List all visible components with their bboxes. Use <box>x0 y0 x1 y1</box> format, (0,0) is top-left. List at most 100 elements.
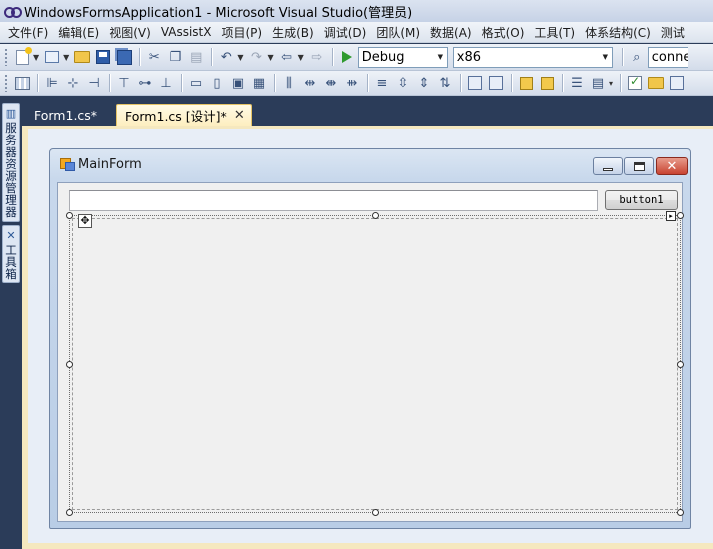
find-in-files-button[interactable]: ⌕ <box>627 47 647 67</box>
maximize-button[interactable] <box>624 157 654 175</box>
form-caption-bar[interactable]: MainForm ✕ <box>50 149 690 179</box>
main-form-window[interactable]: MainForm ✕ button1 ✥ ▸ <box>49 148 691 529</box>
close-button[interactable]: ✕ <box>656 157 688 175</box>
button1[interactable]: button1 <box>605 190 678 210</box>
copy-button[interactable]: ❐ <box>165 47 185 67</box>
add-item-dropdown-icon[interactable]: ▼ <box>63 53 69 62</box>
menu-test[interactable]: 测试 <box>657 24 689 41</box>
align-bottoms-button[interactable]: ⊥ <box>156 73 176 93</box>
vertical-spacing-equal-button[interactable]: ≡ <box>372 73 392 93</box>
undo-dropdown-icon[interactable]: ▼ <box>237 53 243 62</box>
check-button[interactable] <box>625 73 645 93</box>
vertical-spacing-decrease-button[interactable]: ⇕ <box>414 73 434 93</box>
find-combo[interactable]: conne <box>647 46 688 68</box>
tab-form1-design[interactable]: Form1.cs [设计]* ✕ <box>116 104 252 126</box>
chevron-down-icon[interactable]: ▼ <box>599 48 612 67</box>
menu-file[interactable]: 文件(F) <box>4 24 52 41</box>
resize-handle-left[interactable] <box>66 361 73 368</box>
make-same-size-button[interactable]: ▣ <box>228 73 248 93</box>
new-project-button[interactable] <box>12 46 32 67</box>
resize-handle-top-right[interactable] <box>677 212 684 219</box>
selected-panel[interactable]: ✥ ▸ <box>66 211 684 516</box>
make-same-width-button[interactable]: ▭ <box>186 73 206 93</box>
align-rights-button[interactable]: ⊣ <box>84 73 104 93</box>
save-all-button[interactable] <box>114 47 134 67</box>
textbox1[interactable] <box>69 190 598 211</box>
navigate-backward-dropdown-icon[interactable]: ▼ <box>298 53 304 62</box>
center-vertically-button[interactable] <box>486 73 506 93</box>
minimize-button[interactable] <box>593 157 623 175</box>
size-to-grid-button[interactable]: ▦ <box>249 73 269 93</box>
menu-edit[interactable]: 编辑(E) <box>54 24 103 41</box>
navigate-forward-button[interactable]: ⇨ <box>307 47 327 67</box>
vertical-spacing-increase-button[interactable]: ⇳ <box>393 73 413 93</box>
send-to-back-button[interactable] <box>537 73 557 93</box>
align-to-grid-button[interactable] <box>12 73 32 93</box>
align-lefts-button[interactable]: ⊫ <box>42 73 62 93</box>
align-centers-button[interactable]: ⊹ <box>63 73 83 93</box>
move-handle-icon[interactable]: ✥ <box>78 214 92 228</box>
menu-project[interactable]: 项目(P) <box>217 24 266 41</box>
smart-tag-icon[interactable]: ▸ <box>666 211 676 221</box>
extra-tool-button[interactable] <box>667 73 687 93</box>
horizontal-spacing-remove-button[interactable]: ⇻ <box>342 73 362 93</box>
paste-button[interactable]: ▤ <box>186 47 206 67</box>
redo-dropdown-icon[interactable]: ▼ <box>267 53 273 62</box>
start-debugging-button[interactable] <box>337 47 357 67</box>
lock-controls-button[interactable]: ▤ <box>588 73 608 93</box>
undo-button[interactable]: ↶ <box>216 47 236 67</box>
resize-handle-top-left[interactable] <box>66 212 73 219</box>
close-icon[interactable]: ✕ <box>234 108 245 123</box>
menu-architecture[interactable]: 体系结构(C) <box>581 24 655 41</box>
menu-tools[interactable]: 工具(T) <box>530 24 579 41</box>
left-dock-strip: ▥ 服务器资源管理器 ✕ 工具箱 <box>0 97 22 549</box>
solution-configuration-select[interactable]: Debug ▼ <box>357 46 448 68</box>
navigate-backward-button[interactable]: ⇦ <box>277 47 297 67</box>
open-folder-button[interactable] <box>646 73 666 93</box>
toolbar-grip[interactable] <box>4 48 8 66</box>
resize-handle-top[interactable] <box>372 212 379 219</box>
tab-form1-code[interactable]: Form1.cs* <box>26 104 105 126</box>
menu-data[interactable]: 数据(A) <box>426 24 476 41</box>
horizontal-spacing-equal-button[interactable]: ⫼ <box>279 73 299 93</box>
save-button[interactable] <box>93 47 113 67</box>
horizontal-spacing-increase-button[interactable]: ⇹ <box>300 73 320 93</box>
open-file-button[interactable] <box>72 47 92 67</box>
resize-handle-right[interactable] <box>677 361 684 368</box>
align-tops-button[interactable]: ⊤ <box>114 73 134 93</box>
redo-button[interactable]: ↷ <box>246 47 266 67</box>
menu-vassistx[interactable]: VAssistX <box>157 25 216 39</box>
open-folder-icon <box>648 77 665 89</box>
cut-button[interactable]: ✂ <box>144 47 164 67</box>
server-explorer-tab[interactable]: ▥ 服务器资源管理器 <box>2 103 20 222</box>
menu-debug[interactable]: 调试(D) <box>320 24 371 41</box>
horizontal-spacing-decrease-button[interactable]: ⇼ <box>321 73 341 93</box>
toolbox-tab[interactable]: ✕ 工具箱 <box>2 225 20 283</box>
menu-view[interactable]: 视图(V) <box>105 24 155 41</box>
menu-team[interactable]: 团队(M) <box>372 24 424 41</box>
menu-format[interactable]: 格式(O) <box>478 24 529 41</box>
toolbar-separator <box>274 74 275 92</box>
align-middles-button[interactable]: ⊶ <box>135 73 155 93</box>
resize-handle-bottom-right[interactable] <box>677 509 684 516</box>
vertical-spacing-remove-button[interactable]: ⇅ <box>435 73 455 93</box>
add-item-button[interactable] <box>42 47 62 67</box>
tab-order-button[interactable]: ☰ <box>567 73 587 93</box>
resize-handle-bottom[interactable] <box>372 509 379 516</box>
toolbar-grip[interactable] <box>4 74 8 92</box>
toolbar-overflow-icon[interactable]: ▾ <box>609 79 613 88</box>
new-project-dropdown-icon[interactable]: ▼ <box>33 53 39 62</box>
center-horizontally-button[interactable] <box>465 73 485 93</box>
window-title: WindowsFormsApplication1 - Microsoft Vis… <box>24 5 413 21</box>
solution-platform-select[interactable]: x86 ▼ <box>452 46 613 68</box>
designer-canvas[interactable]: MainForm ✕ button1 ✥ ▸ <box>28 129 713 543</box>
resize-handle-bottom-left[interactable] <box>66 509 73 516</box>
tools-icon: ✕ <box>6 228 16 242</box>
menu-build[interactable]: 生成(B) <box>268 24 318 41</box>
make-same-height-button[interactable]: ▯ <box>207 73 227 93</box>
align-centers-icon: ⊹ <box>67 75 79 91</box>
bring-to-front-button[interactable] <box>516 73 536 93</box>
form-client-area[interactable]: button1 ✥ ▸ <box>57 182 684 522</box>
new-project-icon <box>15 46 32 65</box>
chevron-down-icon[interactable]: ▼ <box>434 48 447 67</box>
